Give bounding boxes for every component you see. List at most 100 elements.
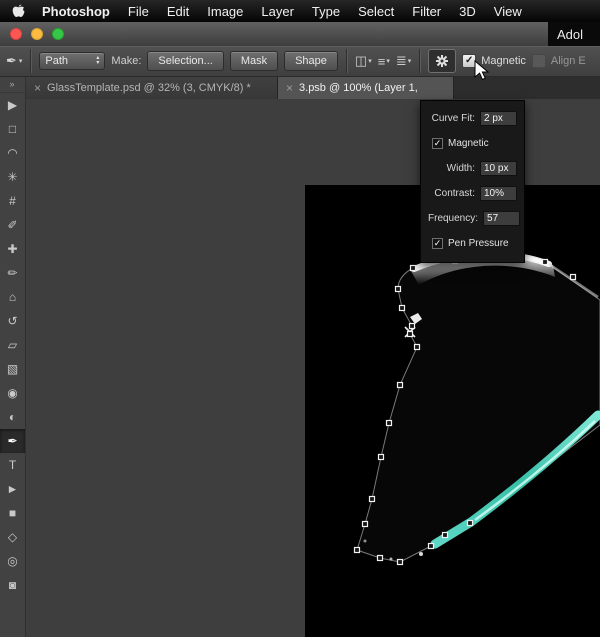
crop-tool-icon: # (9, 195, 16, 207)
clone-stamp-tool-icon: ⌂ (9, 291, 16, 303)
tool-mode-value: Path (45, 55, 68, 67)
chevron-down-icon: ▾ (386, 57, 390, 65)
move-tool[interactable]: ▶ (0, 93, 25, 117)
pen-pressure-row[interactable]: ✓ Pen Pressure (421, 231, 524, 256)
pen-pressure-checkbox[interactable]: ✓ (432, 238, 443, 249)
rectangle-tool[interactable]: ■ (0, 501, 25, 525)
close-window-button[interactable] (10, 28, 22, 40)
popup-arrows-icon: ▴▾ (96, 56, 99, 66)
menu-file[interactable]: File (119, 4, 158, 19)
make-shape-button[interactable]: Shape (284, 51, 338, 71)
align-edges-option: Align E (532, 54, 586, 68)
marquee-tool-icon: □ (9, 123, 16, 135)
document-tabs: × GlassTemplate.psd @ 32% (3, CMYK/8) * … (26, 77, 600, 99)
curve-fit-label: Curve Fit: (428, 113, 475, 124)
crop-tool[interactable]: # (0, 189, 25, 213)
frequency-row: Frequency: 57 (421, 206, 524, 231)
clone-stamp-tool[interactable]: ⌂ (0, 285, 25, 309)
menu-view[interactable]: View (485, 4, 531, 19)
menu-type[interactable]: Type (303, 4, 349, 19)
pen-tool[interactable]: ✒ (0, 429, 25, 453)
align-edges-label: Align E (551, 55, 586, 67)
eraser-tool[interactable]: ▱ (0, 333, 25, 357)
history-brush-tool[interactable]: ↺ (0, 309, 25, 333)
path-selection-tool-icon: ► (7, 483, 19, 495)
lasso-tool[interactable]: ◠ (0, 141, 25, 165)
quick-mask-toggle[interactable]: ◙ (0, 573, 25, 597)
tool-preset-picker[interactable]: ✒ ▾ (6, 53, 22, 69)
chevron-down-icon: ▾ (368, 57, 372, 65)
make-mask-button[interactable]: Mask (230, 51, 278, 71)
make-selection-button[interactable]: Selection... (147, 51, 223, 71)
path-operations-icon: ◫ (355, 53, 367, 69)
tab-glasstemplate[interactable]: × GlassTemplate.psd @ 32% (3, CMYK/8) * (26, 77, 278, 99)
chevron-down-icon: ▾ (19, 57, 23, 65)
blur-tool[interactable]: ◉ (0, 381, 25, 405)
title-bar: Adol (0, 22, 600, 47)
contrast-label: Contrast: (428, 188, 475, 199)
zoom-tool[interactable]: ◎ (0, 549, 25, 573)
pen-options-panel: Curve Fit: 2 px ✓ Magnetic Width: 10 px … (420, 100, 525, 263)
gear-icon (435, 54, 449, 68)
width-input[interactable]: 10 px (480, 161, 517, 176)
quick-selection-tool[interactable]: ✳ (0, 165, 25, 189)
gradient-tool[interactable]: ▧ (0, 357, 25, 381)
double-chevron-icon: » (9, 80, 15, 89)
close-tab-icon[interactable]: × (34, 81, 41, 95)
eyedropper-tool[interactable]: ✐ (0, 213, 25, 237)
menu-photoshop[interactable]: Photoshop (33, 4, 119, 19)
make-label: Make: (111, 55, 141, 67)
minimize-window-button[interactable] (31, 28, 43, 40)
dodge-tool-icon: ◐ (9, 411, 16, 423)
pen-options-gear-button[interactable] (428, 49, 456, 73)
healing-brush-tool[interactable]: ✚ (0, 237, 25, 261)
type-tool-icon: T (9, 459, 16, 471)
menu-layer[interactable]: Layer (252, 4, 303, 19)
brush-tool[interactable]: ✏ (0, 261, 25, 285)
quick-selection-tool-icon: ✳ (7, 171, 17, 183)
path-operations-button[interactable]: ◫ ▾ (355, 53, 372, 69)
tab-3psb[interactable]: × 3.psb @ 100% (Layer 1, (278, 77, 454, 99)
frequency-input[interactable]: 57 (483, 211, 520, 226)
path-alignment-button[interactable]: ≡ ▾ (378, 54, 390, 69)
collapse-panel-button[interactable]: » (0, 77, 25, 93)
chevron-down-icon: ▾ (408, 57, 412, 65)
tab-label: 3.psb @ 100% (Layer 1, (299, 82, 418, 94)
hand-tool[interactable]: ◇ (0, 525, 25, 549)
path-arrangement-icon: ≣ (396, 53, 407, 69)
tools-panel: » ▶ □ ◠ ✳ # ✐ ✚ ✏ ⌂ ↺ ▱ ▧ ◉ ◐ ✒ T ► ■ ◇ … (0, 77, 26, 637)
menu-edit[interactable]: Edit (158, 4, 198, 19)
path-arrangement-button[interactable]: ≣ ▾ (396, 53, 411, 69)
pen-tool-icon: ✒ (6, 53, 17, 69)
dodge-tool[interactable]: ◐ (0, 405, 25, 429)
type-tool[interactable]: T (0, 453, 25, 477)
rectangle-tool-icon: ■ (9, 507, 16, 519)
apple-menu[interactable] (0, 4, 33, 19)
gradient-tool-icon: ▧ (7, 363, 18, 375)
photoshop-window: Photoshop File Edit Image Layer Type Sel… (0, 0, 600, 637)
contrast-input[interactable]: 10% (480, 186, 517, 201)
quick-mask-icon: ◙ (9, 579, 16, 591)
pick-tool-mode-dropdown[interactable]: Path ▴▾ (39, 52, 105, 70)
hand-tool-icon: ◇ (8, 531, 17, 543)
close-tab-icon[interactable]: × (286, 81, 293, 95)
menu-image[interactable]: Image (198, 4, 252, 19)
menu-3d[interactable]: 3D (450, 4, 485, 19)
tab-label: GlassTemplate.psd @ 32% (3, CMYK/8) * (47, 82, 251, 94)
menu-bar: Photoshop File Edit Image Layer Type Sel… (0, 0, 600, 22)
magnetic-row[interactable]: ✓ Magnetic (421, 131, 524, 156)
menu-select[interactable]: Select (349, 4, 403, 19)
options-bar: ✒ ▾ Path ▴▾ Make: Selection... Mask Shap… (0, 46, 600, 77)
path-selection-tool[interactable]: ► (0, 477, 25, 501)
divider (30, 49, 31, 73)
curve-fit-input[interactable]: 2 px (480, 111, 517, 126)
app-title: Adol (548, 22, 600, 46)
marquee-tool[interactable]: □ (0, 117, 25, 141)
curve-fit-row: Curve Fit: 2 px (421, 106, 524, 131)
zoom-window-button[interactable] (52, 28, 64, 40)
blur-tool-icon: ◉ (7, 387, 17, 399)
magnetic-option[interactable]: ✓ Magnetic (462, 54, 526, 68)
magnetic-panel-checkbox[interactable]: ✓ (432, 138, 443, 149)
eyedropper-tool-icon: ✐ (7, 219, 17, 231)
menu-filter[interactable]: Filter (403, 4, 450, 19)
